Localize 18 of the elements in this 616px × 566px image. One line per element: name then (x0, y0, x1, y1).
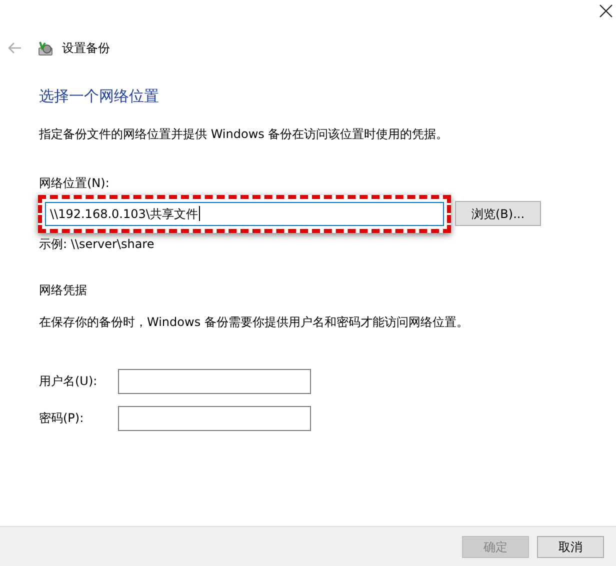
network-location-field[interactable]: \\192.168.0.103\共享文件 (45, 202, 444, 226)
network-location-value: \\192.168.0.103\共享文件 (50, 206, 198, 222)
close-icon[interactable] (599, 4, 613, 18)
field-label: 密码(P): (39, 410, 85, 427)
browse-button[interactable]: 浏览(B)... (455, 201, 541, 226)
cancel-button[interactable]: 取消 (537, 536, 604, 558)
description-text: 指定备份文件的网络位置并提供 Windows 备份在访问该位置时使用的凭据。 (39, 126, 450, 142)
window-title: 设置备份 (62, 40, 110, 57)
backup-drive-icon (36, 39, 54, 57)
back-arrow-icon[interactable] (8, 42, 22, 54)
field-label: 网络位置(N): (39, 174, 110, 192)
section-title: 网络凭据 (39, 282, 88, 298)
page-heading: 选择一个网络位置 (39, 86, 160, 107)
username-field[interactable] (118, 368, 311, 394)
field-label: 用户名(U): (39, 373, 98, 390)
example-text: 示例: \\server\share (39, 236, 156, 252)
password-field[interactable] (118, 406, 311, 430)
credentials-description: 在保存你的备份时，Windows 备份需要你提供用户名和密码才能访问网络位置。 (39, 314, 470, 330)
